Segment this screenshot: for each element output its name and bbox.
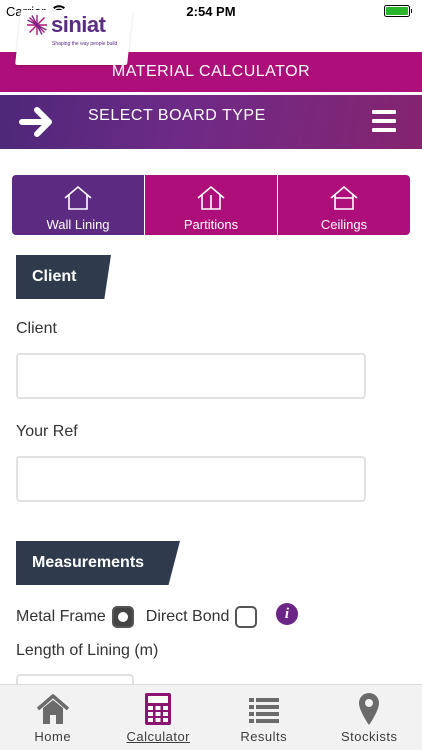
nav-results[interactable]: Results [211, 685, 317, 750]
board-type-tabs: Wall Lining Partitions Ceilings [12, 175, 410, 235]
direct-bond-radio[interactable] [235, 606, 258, 628]
arrow-right-icon [19, 107, 52, 137]
your-ref-label: Your Ref [16, 423, 78, 440]
nav-home[interactable]: Home [0, 685, 106, 750]
battery-icon [384, 5, 412, 17]
client-section-heading: Client [16, 255, 111, 299]
client-label: Client [16, 320, 57, 337]
tab-label: Partitions [183, 217, 239, 232]
hamburger-menu-icon[interactable] [372, 110, 396, 132]
house-partition-icon [197, 185, 225, 210]
measurements-section-heading: Measurements [16, 541, 180, 585]
house-ceiling-icon [330, 185, 358, 210]
bottom-navigation: Home Calculator Results Stockists [0, 684, 422, 750]
list-icon [248, 698, 279, 723]
nav-label: Stockists [340, 729, 398, 744]
length-of-lining-label: Length of Lining (m) [16, 642, 159, 659]
nav-calculator[interactable]: Calculator [106, 685, 212, 750]
info-icon[interactable]: i [276, 603, 298, 625]
nav-stockists[interactable]: Stockists [317, 685, 422, 750]
nav-label: Home [34, 729, 72, 744]
calculator-icon [145, 693, 172, 725]
tab-label: Ceilings [320, 217, 368, 232]
metal-frame-label: Metal Frame [16, 608, 106, 625]
metal-frame-radio[interactable] [111, 606, 134, 628]
client-input[interactable] [16, 353, 366, 399]
your-ref-input[interactable] [16, 456, 366, 502]
nav-label: Calculator [126, 729, 191, 744]
tab-label: Wall Lining [46, 217, 110, 232]
map-pin-icon [359, 693, 380, 725]
frame-type-options: Metal Frame Direct Bond [16, 606, 269, 628]
select-board-type-label: SELECT BOARD TYPE [88, 107, 266, 124]
siniat-star-icon [27, 15, 47, 35]
nav-label: Results [240, 729, 288, 744]
logo-text: siniat [51, 12, 106, 37]
select-board-type-bar[interactable]: SELECT BOARD TYPE [0, 95, 422, 149]
tab-partitions[interactable]: Partitions [144, 175, 277, 235]
logo: siniat [26, 12, 106, 38]
page-title: MATERIAL CALCULATOR [111, 63, 311, 80]
home-icon [36, 694, 69, 724]
house-outline-icon [64, 185, 92, 210]
tab-wall-lining[interactable]: Wall Lining [12, 175, 144, 235]
logo-tagline: Shaping the way people build [52, 41, 118, 47]
direct-bond-label: Direct Bond [145, 608, 230, 625]
tab-ceilings[interactable]: Ceilings [277, 175, 410, 235]
